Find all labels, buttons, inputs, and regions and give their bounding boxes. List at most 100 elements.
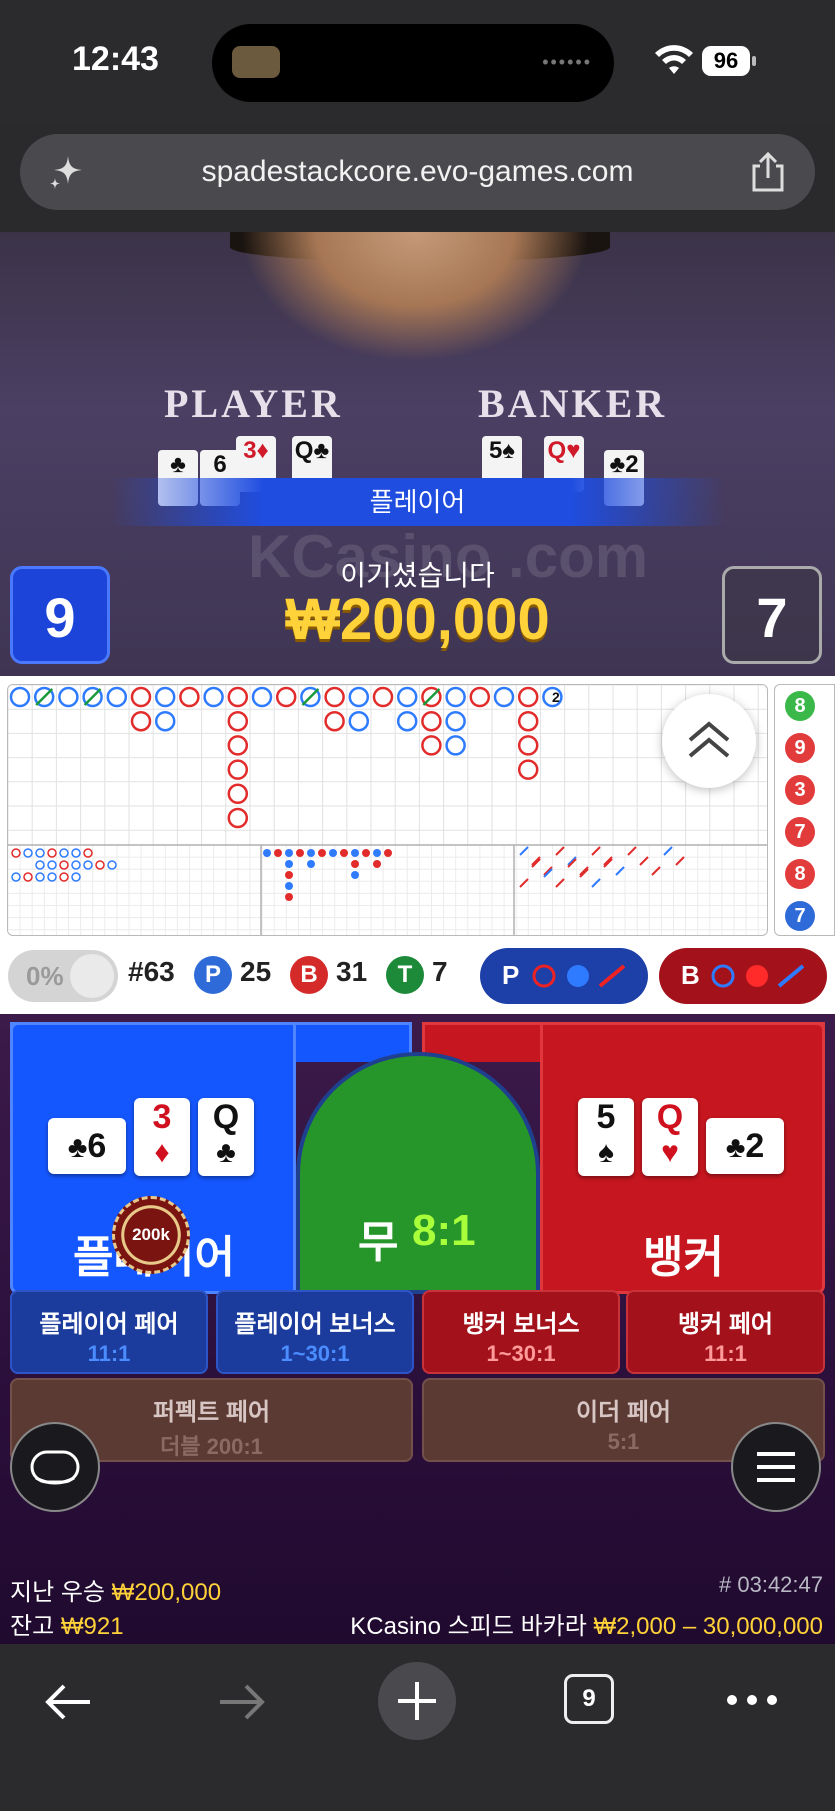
tabs-button[interactable]: 9 [564, 1674, 614, 1724]
game-info-footer: 지난 우승 ₩200,000 잔고 ₩921 # 03:42:47 KCasin… [0, 1560, 835, 1644]
balance-amount: ₩921 [60, 1613, 124, 1640]
banker-bonus-bet[interactable]: 뱅커 보너스 1~30:1 [422, 1290, 620, 1374]
side-roadmap[interactable]: 8 9 3 7 8 7 [774, 684, 835, 936]
chat-button[interactable] [10, 1422, 100, 1512]
small-road-mark [35, 848, 45, 858]
round-number: #63 [128, 956, 175, 987]
tie-bet-spot[interactable]: 무 8:1 [296, 1052, 540, 1294]
bead-mark [285, 893, 293, 901]
menu-button[interactable] [731, 1422, 821, 1512]
banker-score: 7 [722, 566, 822, 664]
url-text[interactable]: spadestackcore.evo-games.com [20, 134, 815, 210]
big-road-mark [58, 686, 79, 708]
wifi-icon [655, 45, 693, 74]
player-predict-label: P [502, 960, 520, 990]
share-icon[interactable] [748, 150, 788, 194]
player-card-1: ♣6 [48, 1118, 126, 1174]
player-pair-bet[interactable]: 플레이어 페어 11:1 [10, 1290, 208, 1374]
table-label-player: PLAYER [164, 381, 343, 426]
betting-area: 플레이어 뱅커 무 8:1 ♣6 3♦ Q♣ 5♠ Q♥ ♣2 200k 플레이… [0, 1014, 835, 1644]
small-road-mark [47, 860, 57, 870]
big-road-count: 2 [552, 689, 560, 705]
big-road-mark [421, 710, 442, 732]
bead-mark [285, 871, 293, 879]
big-road-mark [227, 807, 249, 829]
big-road-mark [9, 686, 31, 708]
plus-icon [398, 1682, 436, 1720]
bead-mark [318, 849, 326, 857]
back-icon[interactable] [40, 1680, 96, 1724]
big-road-mark [227, 710, 249, 732]
bead-mark [307, 860, 315, 868]
forward-icon[interactable] [214, 1680, 270, 1724]
cockroach-mark [519, 846, 529, 856]
chevron-up-double-icon [688, 721, 730, 758]
percent-toggle[interactable]: 0% [8, 950, 118, 1002]
banker-count: 31 [336, 956, 368, 987]
balance-label: 잔고 [10, 1613, 55, 1640]
big-road-mark [227, 783, 249, 805]
small-road-mark [59, 860, 69, 870]
bead-mark [274, 849, 282, 857]
status-bar: 12:43 •••••• 96 [0, 0, 835, 125]
dealer-hands [240, 232, 590, 362]
small-road-mark [107, 860, 117, 870]
cockroach-mark [591, 846, 601, 856]
status-time: 12:43 [72, 40, 159, 78]
win-amount: ₩200,000 [285, 587, 550, 652]
banker-count-badge: B [290, 956, 328, 994]
side-road-bead-6: 7 [785, 901, 815, 931]
tie-count: 7 [432, 956, 448, 987]
bead-mark [285, 849, 293, 857]
cockroach-mark [651, 866, 661, 876]
collapse-roadmap-button[interactable] [662, 694, 756, 788]
now-playing-thumbnail [232, 46, 280, 78]
cockroach-mark [639, 856, 649, 866]
big-road-mark [227, 759, 249, 780]
banker-card-3: ♣2 [706, 1118, 784, 1174]
player-bonus-bet[interactable]: 플레이어 보너스 1~30:1 [216, 1290, 414, 1374]
small-road-mark [71, 860, 81, 870]
cockroach-mark [663, 846, 673, 856]
winner-banner: 플레이어 [110, 478, 725, 526]
small-road-mark [47, 848, 57, 858]
banker-pair-bet[interactable]: 뱅커 페어 11:1 [626, 1290, 825, 1374]
bead-mark [351, 871, 359, 879]
big-road-mark [396, 710, 418, 732]
small-road-mark [35, 860, 45, 870]
side-road-bead-2: 9 [785, 733, 815, 763]
big-road-mark [154, 710, 176, 732]
small-road-mark [23, 872, 33, 882]
more-icon[interactable] [724, 1688, 780, 1712]
big-road-mark [469, 686, 491, 708]
bet-limits: ₩2,000 – 30,000,000 [593, 1613, 823, 1640]
placed-chip: 200k [112, 1196, 190, 1274]
browser-toolbar: 9 [0, 1644, 835, 1811]
new-tab-button[interactable] [378, 1662, 456, 1740]
banker-card-1: 5 ♠ [578, 1098, 634, 1176]
small-road-mark [47, 872, 57, 882]
dynamic-island: •••••• [212, 24, 614, 102]
big-road[interactable]: 2 [7, 684, 768, 936]
big-road-mark [372, 686, 394, 708]
big-road-mark [227, 735, 249, 756]
sparkle-icon[interactable] [46, 152, 86, 192]
banker-predict-button[interactable]: B [659, 948, 827, 1004]
tie-count-badge: T [386, 956, 424, 994]
big-road-mark [130, 710, 152, 732]
big-road-mark [396, 686, 418, 708]
big-road-mark [154, 686, 176, 708]
player-card-2: 3 ♦ [134, 1098, 190, 1176]
banker-bet-label: 뱅커 [643, 1233, 724, 1282]
cockroach-mark [555, 846, 565, 856]
address-bar[interactable]: spadestackcore.evo-games.com [20, 134, 815, 210]
banker-predict-label: B [681, 960, 700, 990]
big-road-mark [348, 710, 370, 732]
big-road-mark [227, 686, 249, 708]
small-road-mark [59, 872, 69, 882]
player-predict-button[interactable]: P [480, 948, 648, 1004]
bead-mark [351, 860, 359, 868]
tie-bet-label: 무 [358, 1218, 399, 1267]
big-road-mark [203, 686, 224, 708]
small-road-mark [23, 848, 33, 858]
